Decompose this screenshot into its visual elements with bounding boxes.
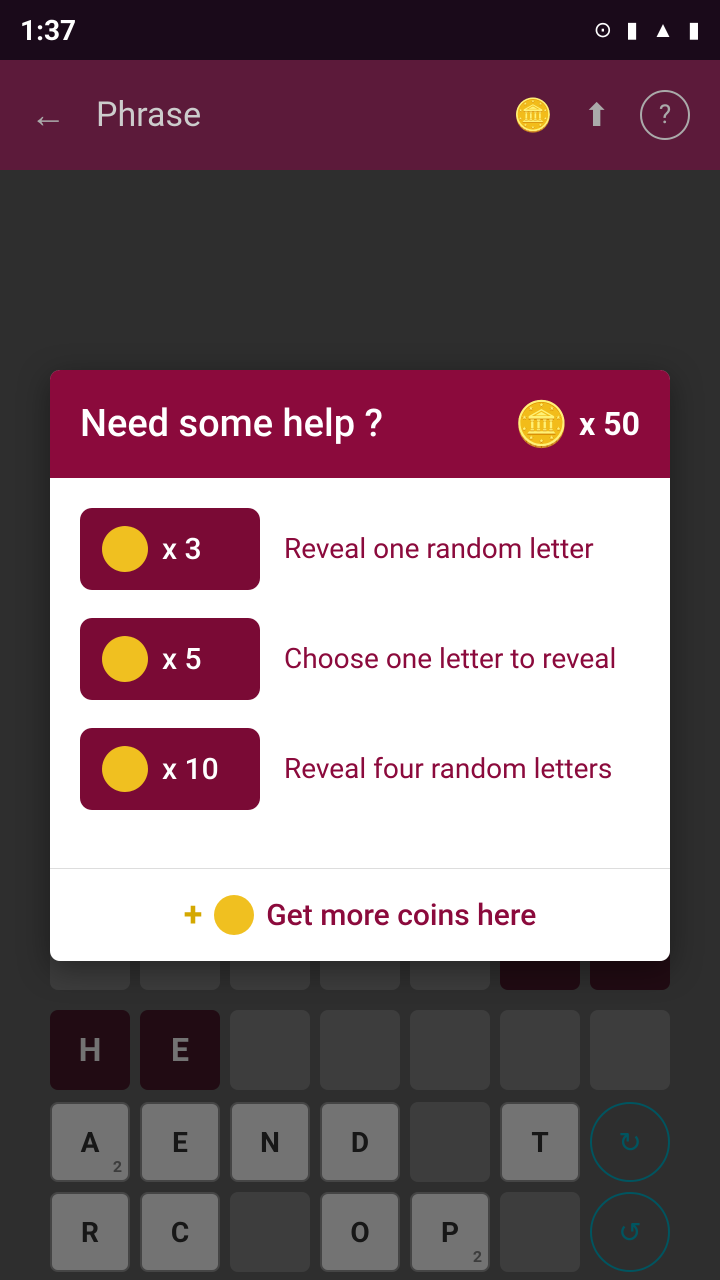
coin-icon-2 [102,636,148,682]
coin-count: x 50 [579,405,640,443]
plus-icon: + [184,895,203,935]
option3-description: Reveal four random letters [284,751,640,787]
help-option-2[interactable]: x 5 Choose one letter to reveal [80,618,640,700]
signal-icon: ▲ [652,17,674,43]
back-button[interactable]: ← [30,94,66,136]
footer-coin-icon [214,895,254,935]
circle-icon: ⊙ [594,18,612,43]
page-title: Phrase [96,95,493,135]
help-icon[interactable]: ? [640,90,690,140]
top-bar-actions: 🪙 ⬆ ? [513,90,690,140]
coin-stack-icon: 🪙 [514,398,569,450]
help-option-1[interactable]: x 3 Reveal one random letter [80,508,640,590]
sim-icon: ▮ [626,18,638,43]
help-dialog: Need some help ? 🪙 x 50 x 3 Reveal one r… [50,370,670,961]
dialog-body: x 3 Reveal one random letter x 5 Choose … [50,478,670,858]
option1-description: Reveal one random letter [284,531,640,567]
option3-cost: x 10 [162,752,219,787]
dialog-header: Need some help ? 🪙 x 50 [50,370,670,478]
dialog-title: Need some help ? [80,402,383,446]
top-bar: ← Phrase 🪙 ⬆ ? [0,60,720,170]
reveal-four-letters-button[interactable]: x 10 [80,728,260,810]
coin-icon-3 [102,746,148,792]
coins-icon[interactable]: 🪙 [513,96,553,134]
share-icon[interactable]: ⬆ [583,96,610,134]
option2-description: Choose one letter to reveal [284,641,640,677]
coin-icon-1 [102,526,148,572]
get-more-coins-button[interactable]: + Get more coins here [50,869,670,961]
choose-letter-button[interactable]: x 5 [80,618,260,700]
option2-cost: x 5 [162,642,202,677]
coins-display: 🪙 x 50 [514,398,640,450]
game-background: Need some help ? 🪙 x 50 x 3 Reveal one r… [0,170,720,1280]
battery-icon: ▮ [688,18,700,43]
status-time: 1:37 [20,14,76,47]
reveal-random-letter-button[interactable]: x 3 [80,508,260,590]
option1-cost: x 3 [162,532,202,567]
footer-label: Get more coins here [266,898,536,933]
status-bar: 1:37 ⊙ ▮ ▲ ▮ [0,0,720,60]
help-option-3[interactable]: x 10 Reveal four random letters [80,728,640,810]
status-icons: ⊙ ▮ ▲ ▮ [594,17,700,43]
